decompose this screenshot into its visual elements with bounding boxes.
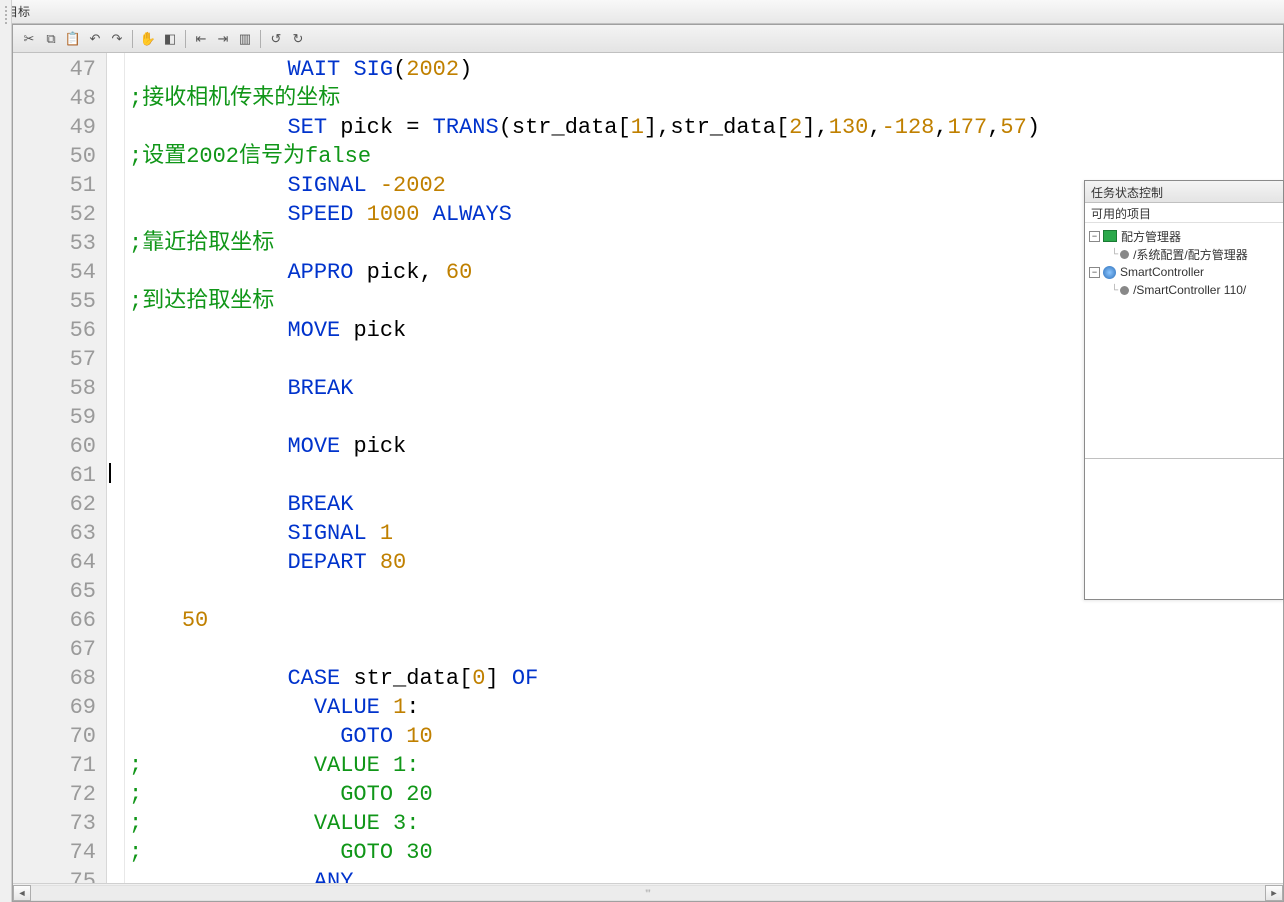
line-number: 56: [13, 316, 96, 345]
line-number: 70: [13, 722, 96, 751]
tree-label: SmartController: [1120, 265, 1204, 279]
tree-node-recipe-manager[interactable]: − 配方管理器: [1087, 227, 1281, 245]
line-number: 69: [13, 693, 96, 722]
top-bar: 目标: [0, 0, 1284, 24]
line-number: 54: [13, 258, 96, 287]
node-icon: [1120, 286, 1129, 295]
line-number: 47: [13, 55, 96, 84]
line-number: 62: [13, 490, 96, 519]
tree-label: /系统配置/配方管理器: [1133, 246, 1248, 263]
line-number: 72: [13, 780, 96, 809]
code-line[interactable]: [129, 635, 1283, 664]
panel-lower-area: [1085, 459, 1283, 599]
code-line[interactable]: ; VALUE 1:: [129, 751, 1283, 780]
code-line[interactable]: ; VALUE 3:: [129, 809, 1283, 838]
line-number-gutter: 4748495051525354555657585960616263646566…: [13, 53, 107, 883]
cut-icon[interactable]: ✂: [19, 29, 39, 49]
line-number: 64: [13, 548, 96, 577]
code-line[interactable]: WAIT SIG(2002): [129, 55, 1283, 84]
code-line[interactable]: GOTO 10: [129, 722, 1283, 751]
line-number: 68: [13, 664, 96, 693]
paste-icon[interactable]: 📋: [63, 29, 83, 49]
scroll-left-icon[interactable]: ◄: [13, 885, 31, 901]
line-number: 65: [13, 577, 96, 606]
panel-title: 任务状态控制: [1085, 181, 1283, 203]
toolbar-separator: [132, 30, 133, 48]
code-line[interactable]: VALUE 1:: [129, 693, 1283, 722]
line-number: 61: [13, 461, 96, 490]
tree-node-recipe-path[interactable]: └ /系统配置/配方管理器: [1087, 245, 1281, 263]
eraser-icon[interactable]: ◧: [160, 29, 180, 49]
toolbar-separator: [185, 30, 186, 48]
copy-icon[interactable]: ⧉: [41, 29, 61, 49]
code-line[interactable]: 50: [129, 606, 1283, 635]
controller-icon: [1103, 266, 1116, 279]
outdent-icon[interactable]: ⇤: [191, 29, 211, 49]
undo-icon[interactable]: ↶: [85, 29, 105, 49]
panel-subtitle: 可用的项目: [1085, 203, 1283, 223]
line-number: 53: [13, 229, 96, 258]
line-number: 49: [13, 113, 96, 142]
caret-icon: [109, 463, 111, 483]
line-number: 66: [13, 606, 96, 635]
node-icon: [1120, 250, 1129, 259]
tree-label: 配方管理器: [1121, 228, 1181, 245]
tree-node-controller-path[interactable]: └ /SmartController 110/: [1087, 281, 1281, 299]
tree-line-icon: └: [1111, 249, 1118, 260]
code-line[interactable]: ;设置2002信号为false: [129, 142, 1283, 171]
line-number: 55: [13, 287, 96, 316]
line-number: 74: [13, 838, 96, 867]
left-rail: [0, 0, 12, 902]
scroll-right-icon[interactable]: ►: [1265, 885, 1283, 901]
line-number: 51: [13, 171, 96, 200]
rail-grip-icon: [3, 4, 9, 44]
code-line[interactable]: ;接收相机传来的坐标: [129, 84, 1283, 113]
toolbar-separator: [260, 30, 261, 48]
margin-strip: [107, 53, 125, 883]
redo-icon[interactable]: ↷: [107, 29, 127, 49]
line-number: 58: [13, 374, 96, 403]
tree-node-smartcontroller[interactable]: − SmartController: [1087, 263, 1281, 281]
line-number: 63: [13, 519, 96, 548]
line-number: 71: [13, 751, 96, 780]
collapse-icon[interactable]: −: [1089, 231, 1100, 242]
line-number: 75: [13, 867, 96, 883]
line-number: 59: [13, 403, 96, 432]
block-icon[interactable]: ▥: [235, 29, 255, 49]
code-line[interactable]: CASE str_data[0] OF: [129, 664, 1283, 693]
folder-icon: [1103, 230, 1117, 242]
line-number: 67: [13, 635, 96, 664]
line-number: 60: [13, 432, 96, 461]
code-line[interactable]: SET pick = TRANS(str_data[1],str_data[2]…: [129, 113, 1283, 142]
indent-icon[interactable]: ⇥: [213, 29, 233, 49]
code-line[interactable]: ANY: [129, 867, 1283, 883]
editor-toolbar: ✂ ⧉ 📋 ↶ ↷ ✋ ◧ ⇤ ⇥ ▥ ↺ ↻: [13, 25, 1283, 53]
panel-tree: − 配方管理器 └ /系统配置/配方管理器 − SmartController …: [1085, 223, 1283, 459]
redo2-icon[interactable]: ↻: [288, 29, 308, 49]
collapse-icon[interactable]: −: [1089, 267, 1100, 278]
line-number: 52: [13, 200, 96, 229]
tree-label: /SmartController 110/: [1133, 283, 1246, 297]
scroll-track[interactable]: ꞌꞌꞌ: [31, 885, 1265, 901]
undo2-icon[interactable]: ↺: [266, 29, 286, 49]
code-line[interactable]: ; GOTO 30: [129, 838, 1283, 867]
task-status-panel: 任务状态控制 可用的项目 − 配方管理器 └ /系统配置/配方管理器 − Sma…: [1084, 180, 1284, 600]
code-line[interactable]: ; GOTO 20: [129, 780, 1283, 809]
horizontal-scrollbar[interactable]: ◄ ꞌꞌꞌ ►: [13, 883, 1283, 901]
tree-line-icon: └: [1111, 285, 1118, 296]
hand-icon[interactable]: ✋: [138, 29, 158, 49]
line-number: 50: [13, 142, 96, 171]
line-number: 73: [13, 809, 96, 838]
line-number: 57: [13, 345, 96, 374]
line-number: 48: [13, 84, 96, 113]
